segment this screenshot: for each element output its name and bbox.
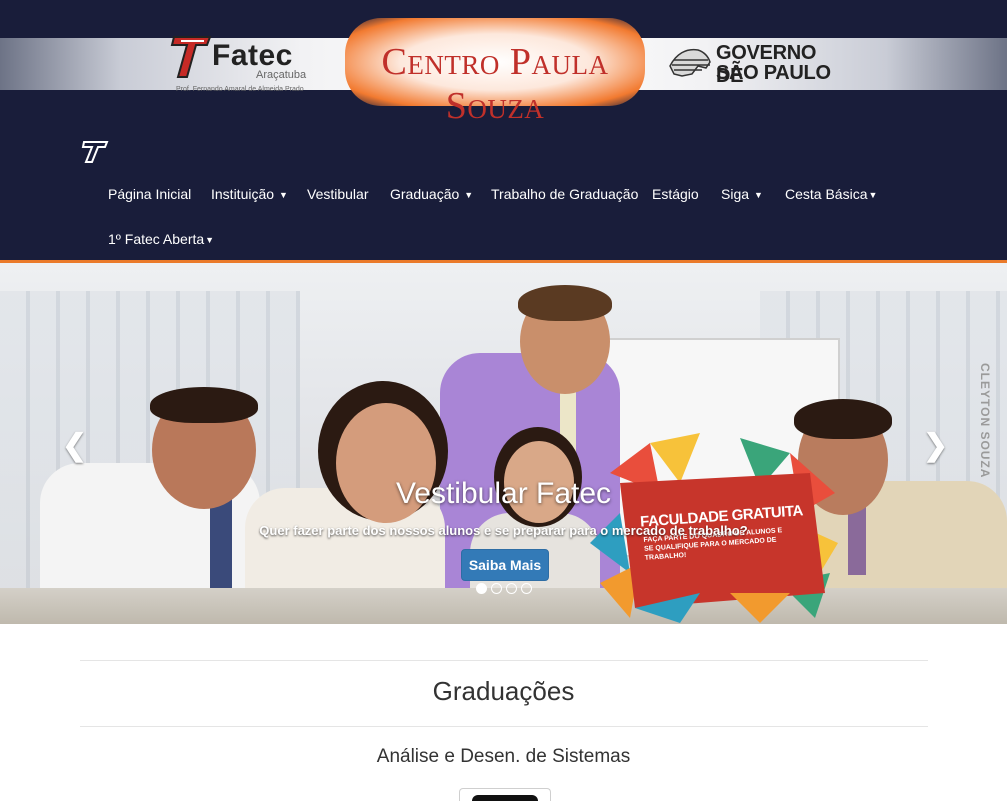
carousel-indicator-2[interactable]: [491, 583, 502, 594]
saiba-mais-button[interactable]: Saiba Mais: [461, 549, 549, 581]
carousel-indicator-1[interactable]: [476, 583, 487, 594]
sao-paulo-map-icon: [669, 48, 711, 77]
nav-label: Trabalho de Graduação: [491, 186, 639, 202]
section-divider-top: [80, 660, 928, 661]
carousel-indicator-4[interactable]: [521, 583, 532, 594]
fatec-t-icon: [170, 36, 212, 78]
graduacoes-title: Graduações: [432, 676, 575, 706]
nav-label: Cesta Básica: [785, 186, 868, 202]
caret-down-icon: ▼: [205, 235, 215, 246]
caret-down-icon: ▼: [464, 190, 474, 201]
nav-item-siga[interactable]: Siga ▼: [721, 186, 763, 202]
nav-label: Estágio: [652, 186, 699, 202]
course-title[interactable]: Análise e Desen. de Sistemas: [0, 746, 1007, 768]
governo-sp-logo[interactable]: GOVERNO DE SÃO PAULO: [668, 42, 843, 88]
conference-table: [0, 588, 1007, 624]
fatec-subtitle: Prof. Fernando Amaral de Almeida Prado: [176, 86, 304, 93]
photo-watermark: CLEYTON SOUZA: [978, 363, 992, 479]
hero-carousel: FACULDADE GRATUITA FAÇA PARTE DO QUADRO …: [0, 263, 1007, 624]
nav-item-fatec-aberta[interactable]: 1º Fatec Aberta▼: [108, 231, 214, 247]
nav-label: Página Inicial: [108, 186, 192, 202]
carousel-next-arrow-icon[interactable]: ❯: [923, 428, 948, 463]
carousel-indicator-3[interactable]: [506, 583, 517, 594]
carousel-caption-subtitle: Quer fazer parte dos nossos alunos e se …: [259, 523, 748, 538]
fatec-small-logo-icon[interactable]: [81, 138, 109, 164]
nav-item-estagio[interactable]: Estágio: [652, 186, 699, 202]
course-thumbnail-image: [472, 795, 538, 801]
carousel-prev-arrow-icon[interactable]: ❮: [62, 428, 87, 463]
site-header: Centro Paula Souza Fatec Araçatuba Prof.…: [0, 0, 1007, 263]
nav-label: 1º Fatec Aberta: [108, 231, 205, 247]
nav-label: Vestibular: [307, 186, 369, 202]
nav-label: Siga: [721, 186, 750, 202]
nav-item-cesta-basica[interactable]: Cesta Básica▼: [785, 186, 877, 202]
nav-label: Instituição: [211, 186, 275, 202]
fatec-city: Araçatuba: [256, 69, 307, 81]
caret-down-icon: ▼: [754, 190, 763, 201]
nav-item-pagina-inicial[interactable]: Página Inicial: [108, 186, 191, 202]
nav-item-vestibular[interactable]: Vestibular: [307, 186, 368, 202]
carousel-caption-title: Vestibular Fatec: [395, 477, 612, 510]
fatec-name: Fatec: [212, 39, 293, 72]
nav-item-trabalho-de-graduacao[interactable]: Trabalho de Graduação: [491, 186, 638, 202]
fatec-logo[interactable]: Fatec Araçatuba Prof. Fernando Amaral de…: [170, 31, 315, 97]
nav-item-graduacao[interactable]: Graduação ▼: [390, 186, 473, 202]
centro-paula-souza-logo[interactable]: Centro Paula Souza: [355, 40, 635, 128]
course-thumbnail[interactable]: [459, 788, 551, 801]
nav-label: Graduação: [390, 186, 460, 202]
nav-item-instituicao[interactable]: Instituição ▼: [211, 186, 288, 202]
caret-down-icon: ▼: [279, 190, 288, 201]
gov-logo-line2: SÃO PAULO: [716, 62, 831, 84]
section-divider-bottom: [80, 726, 928, 727]
caret-down-icon: ▼: [868, 190, 878, 201]
